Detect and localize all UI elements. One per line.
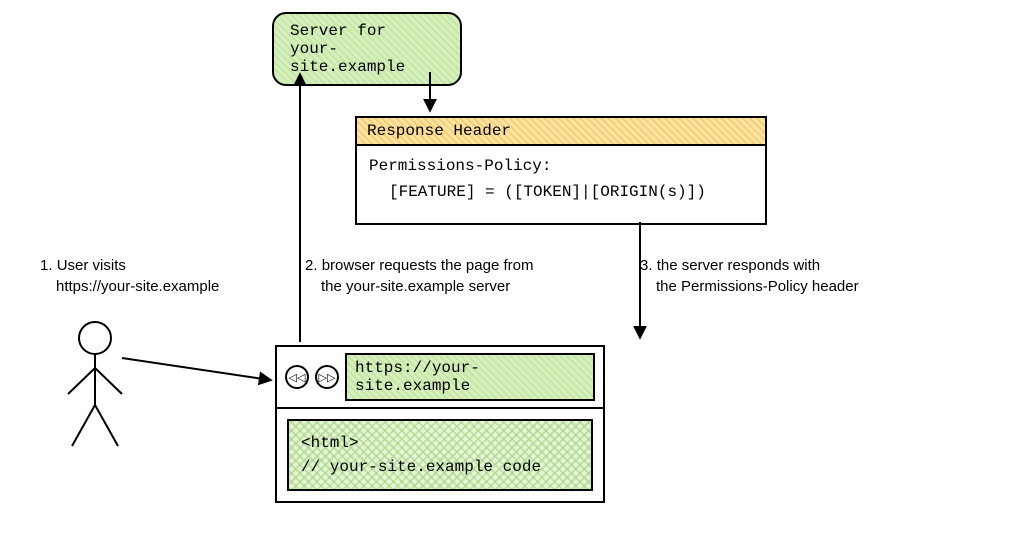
response-line1: Permissions-Policy: bbox=[369, 154, 753, 180]
address-bar[interactable]: https://your-site.example bbox=[345, 353, 595, 401]
step-2: 2. browser requests the page from the yo… bbox=[305, 255, 533, 297]
code-line1: <html> bbox=[301, 431, 579, 455]
step-3: 3. the server responds with the Permissi… bbox=[640, 255, 859, 297]
step-3-line1: the server responds with bbox=[657, 257, 820, 274]
browser-page: <html> // your-site.example code bbox=[277, 409, 603, 501]
step-2-line1: browser requests the page from bbox=[322, 257, 534, 274]
response-body: Permissions-Policy: [FEATURE] = ([TOKEN]… bbox=[357, 146, 765, 223]
server-line2: your-site.example bbox=[290, 40, 444, 76]
back-button-icon[interactable]: ◁◁ bbox=[285, 365, 309, 389]
step-1-line2: https://your-site.example bbox=[40, 278, 219, 295]
forward-button-icon[interactable]: ▷▷ bbox=[315, 365, 339, 389]
step-3-line2: the Permissions-Policy header bbox=[640, 278, 859, 295]
page-code-block: <html> // your-site.example code bbox=[287, 419, 593, 491]
user-icon bbox=[60, 320, 130, 450]
step-1: 1. User visits https://your-site.example bbox=[40, 255, 219, 297]
response-header-box: Response Header Permissions-Policy: [FEA… bbox=[355, 116, 767, 225]
response-line2: [FEATURE] = ([TOKEN]|[ORIGIN(s)]) bbox=[369, 180, 753, 206]
browser-window: ◁◁ ▷▷ https://your-site.example <html> /… bbox=[275, 345, 605, 503]
server-line1: Server for bbox=[290, 22, 444, 40]
step-1-num: 1. bbox=[40, 257, 53, 274]
response-title: Response Header bbox=[357, 118, 765, 146]
browser-toolbar: ◁◁ ▷▷ https://your-site.example bbox=[277, 347, 603, 409]
code-line2: // your-site.example code bbox=[301, 455, 579, 479]
arrow-user-to-browser bbox=[122, 358, 270, 380]
step-3-num: 3. bbox=[640, 257, 653, 274]
step-2-line2: the your-site.example server bbox=[305, 278, 510, 295]
step-1-line1: User visits bbox=[57, 257, 126, 274]
server-box: Server for your-site.example bbox=[272, 12, 462, 86]
step-2-num: 2. bbox=[305, 257, 318, 274]
